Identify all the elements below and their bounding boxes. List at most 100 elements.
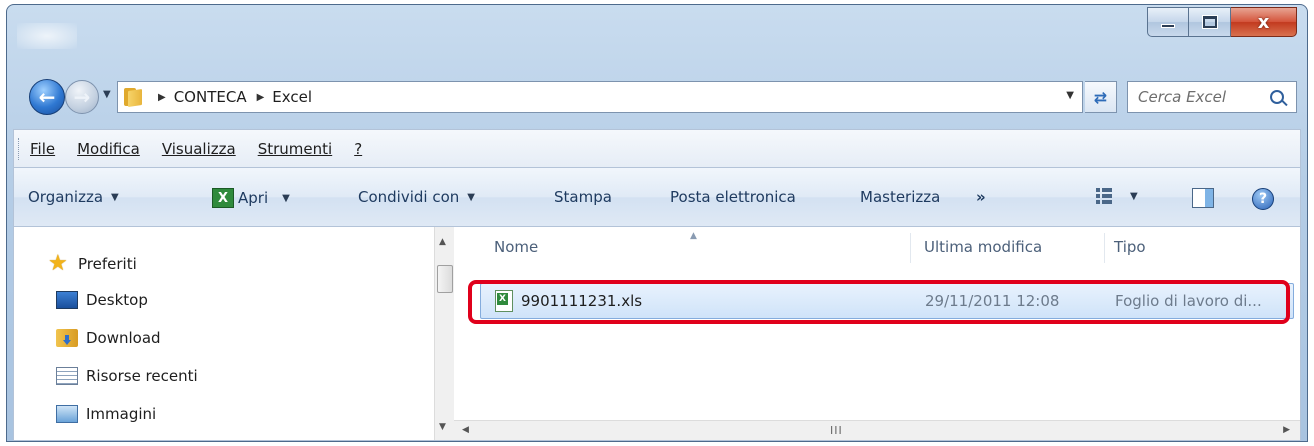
maximize-icon	[1202, 16, 1217, 28]
breadcrumb-separator-icon[interactable]: ▶	[158, 92, 166, 103]
file-type: Foglio di lavoro di...	[1115, 292, 1262, 310]
nav-item-label: Desktop	[86, 291, 148, 309]
nav-item-label: Risorse recenti	[86, 367, 198, 385]
email-label: Posta elettronica	[670, 188, 796, 206]
chevron-down-icon: ▼	[1130, 190, 1138, 202]
file-row[interactable]: 9901111231.xls 29/11/2011 12:08 Foglio d…	[480, 283, 1294, 319]
title-glass	[17, 23, 77, 49]
views-icon	[1096, 188, 1116, 204]
scroll-right-icon[interactable]: ▶	[1283, 425, 1290, 435]
organize-label: Organizza	[28, 188, 104, 206]
more-icon: »	[976, 188, 986, 206]
menu-visualizza[interactable]: Visualizza	[162, 140, 236, 158]
recent-pages-dropdown-icon[interactable]: ▼	[103, 89, 111, 100]
column-header-modified[interactable]: Ultima modifica	[924, 227, 1042, 267]
nav-item-label: Download	[86, 329, 161, 347]
address-row: ← → ▼ ▶ CONTECA ▶ Excel ▼ ⇄ Cerca Excel	[7, 75, 1307, 119]
scroll-down-icon[interactable]: ▼	[439, 422, 446, 432]
folder-icon	[124, 88, 146, 107]
open-button[interactable]: X Apri ▼	[212, 188, 290, 208]
title-bar[interactable]: x	[7, 5, 1307, 59]
sort-ascending-icon: ▲	[690, 231, 697, 241]
scroll-grip[interactable]: III	[830, 424, 843, 437]
search-icon[interactable]	[1270, 90, 1284, 104]
nav-item-images[interactable]: Immagini	[56, 405, 156, 423]
menu-help[interactable]: ?	[354, 140, 362, 158]
menu-bar: File Modifica Visualizza Strumenti ?	[13, 129, 1301, 167]
search-input[interactable]: Cerca Excel	[1138, 88, 1270, 106]
file-name: 9901111231.xls	[521, 292, 643, 310]
nav-item-label: Preferiti	[78, 255, 137, 273]
column-divider[interactable]	[1104, 233, 1105, 263]
chevron-down-icon: ▼	[467, 191, 475, 203]
scroll-left-icon[interactable]: ◀	[462, 425, 469, 435]
navigation-pane: ★ Preferiti Desktop Download Risorse rec…	[14, 227, 454, 440]
nav-item-favorites[interactable]: ★ Preferiti	[48, 251, 137, 276]
scroll-up-icon[interactable]: ▲	[439, 237, 446, 247]
filelist-hscrollbar[interactable]: ◀ III ▶	[454, 420, 1300, 440]
breadcrumb-separator-icon[interactable]: ▶	[257, 92, 265, 103]
desktop-icon	[56, 291, 78, 309]
minimize-icon	[1161, 24, 1175, 28]
chevron-down-icon: ▼	[282, 192, 290, 204]
breadcrumb-excel[interactable]: Excel	[272, 88, 312, 106]
close-icon: x	[1257, 11, 1270, 33]
chevron-down-icon: ▼	[111, 191, 119, 203]
search-box[interactable]: Cerca Excel	[1127, 81, 1297, 113]
menu-file[interactable]: File	[30, 140, 55, 158]
back-arrow-icon: ←	[38, 85, 56, 109]
preview-pane-button[interactable]	[1192, 188, 1214, 208]
content-area: ★ Preferiti Desktop Download Risorse rec…	[13, 227, 1301, 441]
close-button[interactable]: x	[1231, 7, 1297, 37]
open-label: Apri	[238, 189, 269, 207]
share-label: Condividi con	[358, 188, 460, 206]
menu-strumenti[interactable]: Strumenti	[258, 140, 332, 158]
minimize-button[interactable]	[1147, 7, 1189, 37]
maximize-button[interactable]	[1189, 7, 1231, 37]
change-view-button[interactable]: ▼	[1096, 188, 1138, 204]
burn-button[interactable]: Masterizza	[860, 188, 940, 206]
command-bar: Organizza ▼ X Apri ▼ Condividi con ▼ Sta…	[13, 167, 1301, 227]
help-icon: ?	[1252, 188, 1274, 210]
nav-item-recent[interactable]: Risorse recenti	[56, 367, 198, 385]
print-button[interactable]: Stampa	[554, 188, 612, 206]
address-dropdown-icon[interactable]: ▼	[1066, 90, 1074, 101]
forward-button[interactable]: →	[65, 80, 99, 114]
refresh-icon: ⇄	[1093, 87, 1108, 107]
navpane-scrollbar[interactable]: ▲ ▼	[434, 227, 454, 440]
images-icon	[56, 405, 78, 423]
help-button[interactable]: ?	[1252, 188, 1274, 210]
menu-grip	[18, 138, 21, 160]
burn-label: Masterizza	[860, 188, 941, 206]
preview-pane-icon	[1192, 188, 1214, 208]
print-label: Stampa	[554, 188, 612, 206]
file-modified: 29/11/2011 12:08	[925, 292, 1060, 310]
download-folder-icon	[56, 329, 78, 347]
column-header-label: Tipo	[1114, 238, 1146, 256]
address-bar[interactable]: ▶ CONTECA ▶ Excel ▼	[117, 81, 1083, 113]
scroll-thumb[interactable]	[437, 265, 453, 293]
column-header-name[interactable]: Nome	[494, 227, 538, 267]
back-button[interactable]: ←	[29, 79, 65, 115]
column-divider[interactable]	[910, 233, 911, 263]
more-commands-button[interactable]: »	[976, 188, 986, 206]
window-controls: x	[1147, 7, 1297, 37]
nav-item-desktop[interactable]: Desktop	[56, 291, 148, 309]
file-list: Nome ▲ Ultima modifica Tipo 9901111231.x…	[454, 227, 1300, 440]
breadcrumb-conteca[interactable]: CONTECA	[174, 88, 247, 106]
star-icon: ★	[48, 251, 68, 276]
recent-places-icon	[56, 367, 78, 385]
menu-modifica[interactable]: Modifica	[77, 140, 140, 158]
nav-item-download[interactable]: Download	[56, 329, 161, 347]
organize-button[interactable]: Organizza ▼	[28, 188, 119, 206]
column-header-label: Nome	[494, 238, 539, 256]
column-header-type[interactable]: Tipo	[1114, 227, 1146, 267]
explorer-window: x ← → ▼ ▶ CONTECA ▶ Excel ▼ ⇄ Cerca Exce…	[6, 4, 1308, 442]
excel-icon: X	[212, 188, 234, 208]
column-header-label: Ultima modifica	[924, 238, 1043, 256]
refresh-button[interactable]: ⇄	[1085, 81, 1117, 113]
email-button[interactable]: Posta elettronica	[670, 188, 796, 206]
excel-file-icon	[495, 290, 513, 312]
share-button[interactable]: Condividi con ▼	[358, 188, 475, 206]
nav-item-label: Immagini	[86, 405, 157, 423]
